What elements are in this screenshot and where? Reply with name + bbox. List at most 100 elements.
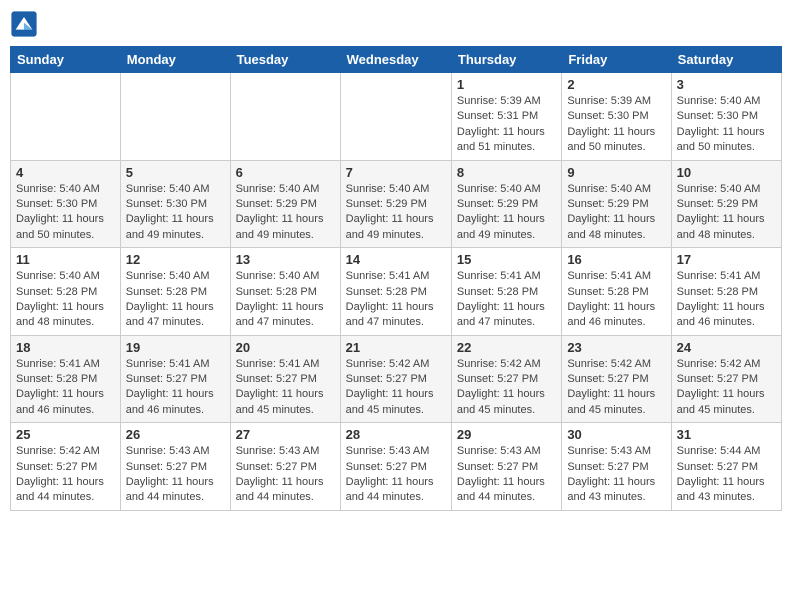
day-number: 23 [567, 340, 665, 355]
day-number: 6 [236, 165, 335, 180]
weekday-sunday: Sunday [11, 47, 121, 73]
day-info: Sunrise: 5:41 AM Sunset: 5:27 PM Dayligh… [126, 357, 225, 419]
day-number: 27 [236, 427, 335, 442]
weekday-thursday: Thursday [451, 47, 561, 73]
day-info: Sunrise: 5:41 AM Sunset: 5:28 PM Dayligh… [677, 269, 776, 331]
day-info: Sunrise: 5:42 AM Sunset: 5:27 PM Dayligh… [677, 357, 776, 419]
day-cell: 13 Sunrise: 5:40 AM Sunset: 5:28 PM Dayli… [230, 248, 340, 336]
day-info: Sunrise: 5:44 AM Sunset: 5:27 PM Dayligh… [677, 444, 776, 506]
day-cell: 14Sunrise: 5:41 AM Sunset: 5:28 PM Dayli… [340, 248, 451, 336]
day-info: Sunrise: 5:40 AM Sunset: 5:29 PM Dayligh… [457, 182, 556, 244]
day-info: Sunrise: 5:39 AM Sunset: 5:31 PM Dayligh… [457, 94, 556, 156]
weekday-saturday: Saturday [671, 47, 781, 73]
day-info: Sunrise: 5:40 AM Sunset: 5:30 PM Dayligh… [677, 94, 776, 156]
day-info: Sunrise: 5:41 AM Sunset: 5:28 PM Dayligh… [567, 269, 665, 331]
day-cell [340, 73, 451, 161]
weekday-friday: Friday [562, 47, 671, 73]
day-number: 8 [457, 165, 556, 180]
day-info: Sunrise: 5:40 AM Sunset: 5:29 PM Dayligh… [346, 182, 446, 244]
day-info: Sunrise: 5:43 AM Sunset: 5:27 PM Dayligh… [346, 444, 446, 506]
day-cell: 22 Sunrise: 5:42 AM Sunset: 5:27 PM Dayli… [451, 335, 561, 423]
day-cell: 20 Sunrise: 5:41 AM Sunset: 5:27 PM Dayli… [230, 335, 340, 423]
day-cell: 1Sunrise: 5:39 AM Sunset: 5:31 PM Daylig… [451, 73, 561, 161]
day-number: 18 [16, 340, 115, 355]
day-number: 15 [457, 252, 556, 267]
day-cell: 30 Sunrise: 5:43 AM Sunset: 5:27 PM Dayli… [562, 423, 671, 511]
day-info: Sunrise: 5:40 AM Sunset: 5:29 PM Dayligh… [677, 182, 776, 244]
day-number: 5 [126, 165, 225, 180]
day-cell [11, 73, 121, 161]
day-cell: 4Sunrise: 5:40 AM Sunset: 5:30 PM Daylig… [11, 160, 121, 248]
day-info: Sunrise: 5:41 AM Sunset: 5:28 PM Dayligh… [346, 269, 446, 331]
day-info: Sunrise: 5:41 AM Sunset: 5:28 PM Dayligh… [457, 269, 556, 331]
day-info: Sunrise: 5:43 AM Sunset: 5:27 PM Dayligh… [567, 444, 665, 506]
day-number: 10 [677, 165, 776, 180]
day-cell: 24 Sunrise: 5:42 AM Sunset: 5:27 PM Dayli… [671, 335, 781, 423]
day-number: 11 [16, 252, 115, 267]
week-row-3: 11 Sunrise: 5:40 AM Sunset: 5:28 PM Dayli… [11, 248, 782, 336]
day-info: Sunrise: 5:40 AM Sunset: 5:28 PM Dayligh… [236, 269, 335, 331]
day-cell: 15 Sunrise: 5:41 AM Sunset: 5:28 PM Dayli… [451, 248, 561, 336]
day-info: Sunrise: 5:43 AM Sunset: 5:27 PM Dayligh… [126, 444, 225, 506]
day-info: Sunrise: 5:43 AM Sunset: 5:27 PM Dayligh… [236, 444, 335, 506]
day-cell: 9Sunrise: 5:40 AM Sunset: 5:29 PM Daylig… [562, 160, 671, 248]
day-number: 22 [457, 340, 556, 355]
day-cell: 27 Sunrise: 5:43 AM Sunset: 5:27 PM Dayli… [230, 423, 340, 511]
logo [10, 10, 40, 38]
day-number: 28 [346, 427, 446, 442]
day-cell: 6 Sunrise: 5:40 AM Sunset: 5:29 PM Daylig… [230, 160, 340, 248]
day-cell [120, 73, 230, 161]
day-cell: 25Sunrise: 5:42 AM Sunset: 5:27 PM Dayli… [11, 423, 121, 511]
day-info: Sunrise: 5:43 AM Sunset: 5:27 PM Dayligh… [457, 444, 556, 506]
day-number: 29 [457, 427, 556, 442]
day-cell: 16 Sunrise: 5:41 AM Sunset: 5:28 PM Dayli… [562, 248, 671, 336]
day-info: Sunrise: 5:41 AM Sunset: 5:28 PM Dayligh… [16, 357, 115, 419]
day-cell: 11Sunrise: 5:40 AM Sunset: 5:28 PM Dayli… [11, 248, 121, 336]
week-row-1: 1Sunrise: 5:39 AM Sunset: 5:31 PM Daylig… [11, 73, 782, 161]
day-cell: 28 Sunrise: 5:43 AM Sunset: 5:27 PM Dayli… [340, 423, 451, 511]
day-number: 19 [126, 340, 225, 355]
day-cell: 29 Sunrise: 5:43 AM Sunset: 5:27 PM Dayli… [451, 423, 561, 511]
day-cell: 5 Sunrise: 5:40 AM Sunset: 5:30 PM Daylig… [120, 160, 230, 248]
day-cell: 23 Sunrise: 5:42 AM Sunset: 5:27 PM Dayli… [562, 335, 671, 423]
day-number: 16 [567, 252, 665, 267]
day-info: Sunrise: 5:41 AM Sunset: 5:27 PM Dayligh… [236, 357, 335, 419]
weekday-header-row: SundayMondayTuesdayWednesdayThursdayFrid… [11, 47, 782, 73]
day-info: Sunrise: 5:40 AM Sunset: 5:30 PM Dayligh… [126, 182, 225, 244]
day-number: 7 [346, 165, 446, 180]
day-info: Sunrise: 5:42 AM Sunset: 5:27 PM Dayligh… [346, 357, 446, 419]
day-number: 25 [16, 427, 115, 442]
day-info: Sunrise: 5:40 AM Sunset: 5:30 PM Dayligh… [16, 182, 115, 244]
logo-icon [10, 10, 38, 38]
day-cell: 7 Sunrise: 5:40 AM Sunset: 5:29 PM Daylig… [340, 160, 451, 248]
day-info: Sunrise: 5:40 AM Sunset: 5:29 PM Dayligh… [236, 182, 335, 244]
calendar-body: 1Sunrise: 5:39 AM Sunset: 5:31 PM Daylig… [11, 73, 782, 511]
day-cell: 3Sunrise: 5:40 AM Sunset: 5:30 PM Daylig… [671, 73, 781, 161]
day-cell: 31Sunrise: 5:44 AM Sunset: 5:27 PM Dayli… [671, 423, 781, 511]
day-cell: 12Sunrise: 5:40 AM Sunset: 5:28 PM Dayli… [120, 248, 230, 336]
day-info: Sunrise: 5:39 AM Sunset: 5:30 PM Dayligh… [567, 94, 665, 156]
day-number: 24 [677, 340, 776, 355]
day-number: 12 [126, 252, 225, 267]
day-cell: 18 Sunrise: 5:41 AM Sunset: 5:28 PM Dayli… [11, 335, 121, 423]
page-header [10, 10, 782, 38]
day-number: 21 [346, 340, 446, 355]
weekday-wednesday: Wednesday [340, 47, 451, 73]
day-info: Sunrise: 5:42 AM Sunset: 5:27 PM Dayligh… [567, 357, 665, 419]
day-number: 30 [567, 427, 665, 442]
day-number: 17 [677, 252, 776, 267]
day-cell: 10 Sunrise: 5:40 AM Sunset: 5:29 PM Dayli… [671, 160, 781, 248]
day-number: 20 [236, 340, 335, 355]
day-cell: 21 Sunrise: 5:42 AM Sunset: 5:27 PM Dayli… [340, 335, 451, 423]
calendar-table: SundayMondayTuesdayWednesdayThursdayFrid… [10, 46, 782, 511]
day-cell [230, 73, 340, 161]
day-cell: 19 Sunrise: 5:41 AM Sunset: 5:27 PM Dayli… [120, 335, 230, 423]
day-info: Sunrise: 5:42 AM Sunset: 5:27 PM Dayligh… [457, 357, 556, 419]
day-info: Sunrise: 5:40 AM Sunset: 5:29 PM Dayligh… [567, 182, 665, 244]
day-number: 26 [126, 427, 225, 442]
day-cell: 8 Sunrise: 5:40 AM Sunset: 5:29 PM Daylig… [451, 160, 561, 248]
day-cell: 17 Sunrise: 5:41 AM Sunset: 5:28 PM Dayli… [671, 248, 781, 336]
day-number: 13 [236, 252, 335, 267]
week-row-5: 25Sunrise: 5:42 AM Sunset: 5:27 PM Dayli… [11, 423, 782, 511]
week-row-4: 18 Sunrise: 5:41 AM Sunset: 5:28 PM Dayli… [11, 335, 782, 423]
